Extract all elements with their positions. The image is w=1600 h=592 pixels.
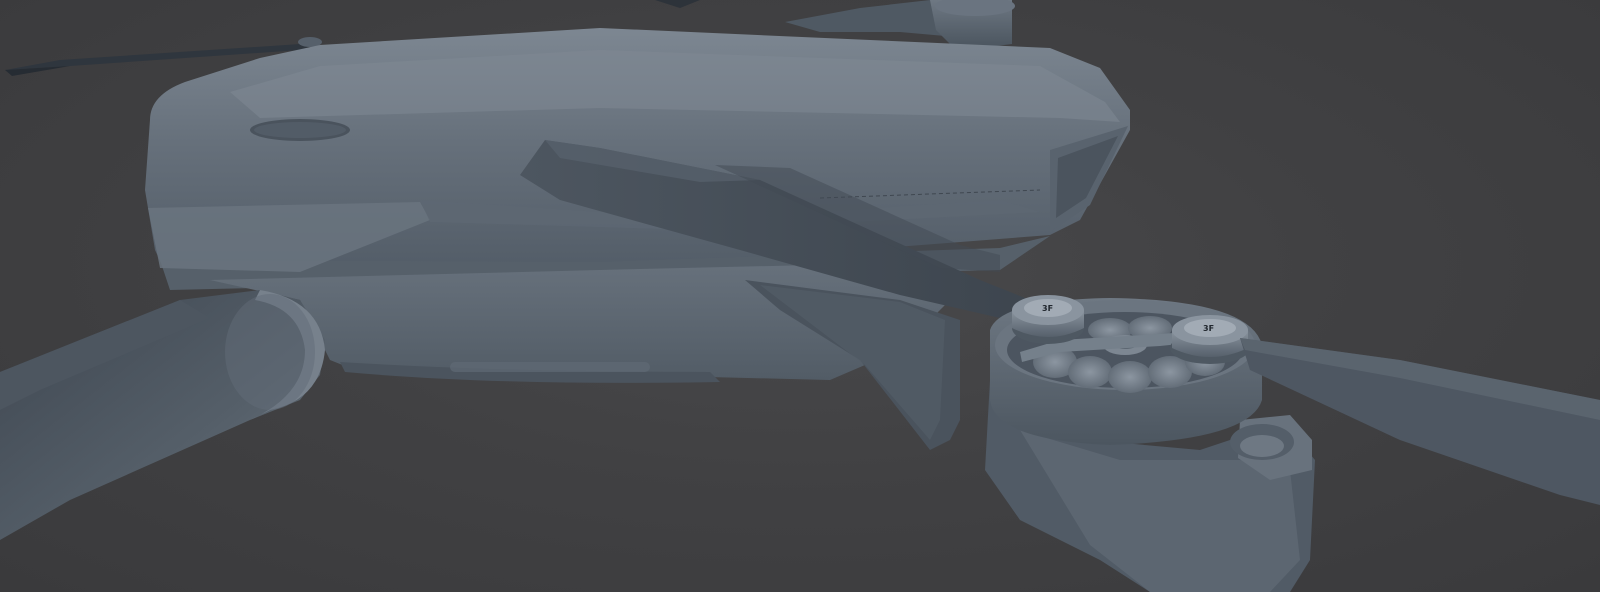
motor-badge-left: 3F [1042, 304, 1053, 313]
prop-hub-left: 3F [1012, 295, 1084, 344]
front-arm-left [0, 290, 325, 540]
prop-hub-right: 3F [1170, 315, 1250, 364]
bottom-vent [450, 362, 650, 372]
motor-badge-right: 3F [1203, 324, 1214, 333]
3d-viewport[interactable]: 3F 3F [0, 0, 1600, 592]
drone-render: 3F 3F [0, 0, 1600, 592]
